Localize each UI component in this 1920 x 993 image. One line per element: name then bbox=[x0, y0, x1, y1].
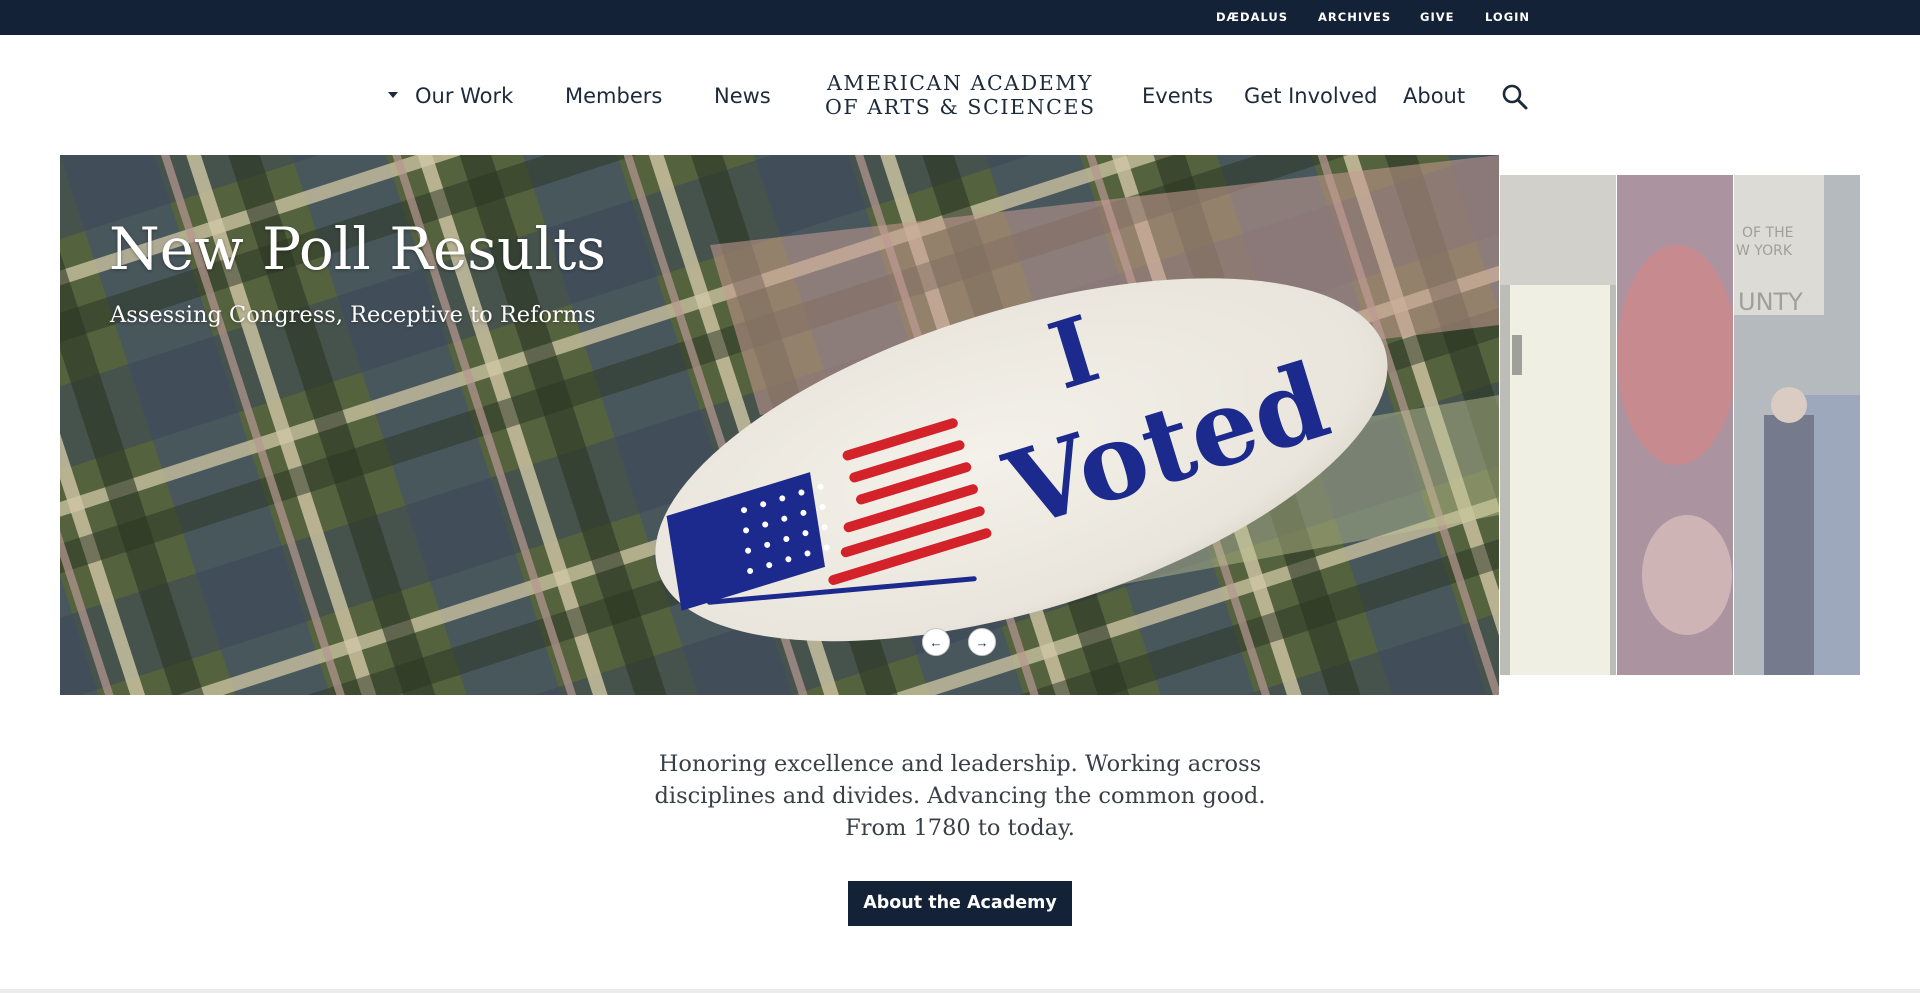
nav-get-involved[interactable]: Get Involved bbox=[1244, 80, 1377, 112]
nav-our-work[interactable]: Our Work bbox=[415, 80, 513, 112]
search-icon[interactable] bbox=[1500, 82, 1530, 112]
section-divider bbox=[0, 989, 1920, 993]
utility-link-give[interactable]: GIVE bbox=[1420, 0, 1454, 35]
preview-slide-3[interactable]: OF THE W YORK UNTY bbox=[1734, 175, 1860, 675]
logo-line-2: OF ARTS & SCIENCES bbox=[825, 95, 1096, 119]
arrow-left-icon: ← bbox=[929, 634, 943, 650]
about-academy-button[interactable]: About the Academy bbox=[848, 881, 1072, 926]
hero-slide[interactable]: I Voted New Poll Results Assessing Congr… bbox=[60, 155, 1499, 695]
next-slide-button[interactable]: → bbox=[968, 628, 996, 656]
mission-statement: Honoring excellence and leadership. Work… bbox=[620, 748, 1300, 844]
arrow-right-icon: → bbox=[975, 634, 989, 650]
utility-link-archives[interactable]: ARCHIVES bbox=[1318, 0, 1391, 35]
mission-line-3: From 1780 to today. bbox=[845, 815, 1075, 841]
logo-line-1: AMERICAN ACADEMY bbox=[826, 71, 1094, 95]
chevron-down-icon[interactable] bbox=[388, 92, 398, 98]
nav-news[interactable]: News bbox=[714, 80, 771, 112]
utility-bar: DÆDALUS ARCHIVES GIVE LOGIN bbox=[0, 0, 1920, 35]
previous-slide-button[interactable]: ← bbox=[922, 628, 950, 656]
preview-slide-2[interactable] bbox=[1617, 175, 1733, 675]
hero-title[interactable]: New Poll Results bbox=[109, 215, 606, 283]
site-logo[interactable]: AMERICAN ACADEMY OF ARTS & SCIENCES bbox=[825, 71, 1095, 119]
nav-members[interactable]: Members bbox=[565, 80, 662, 112]
utility-link-daedalus[interactable]: DÆDALUS bbox=[1216, 0, 1288, 35]
nav-events[interactable]: Events bbox=[1142, 80, 1213, 112]
utility-link-login[interactable]: LOGIN bbox=[1485, 0, 1530, 35]
mission-line-2: disciplines and divides. Advancing the c… bbox=[654, 783, 1266, 809]
hero-subtitle: Assessing Congress, Receptive to Reforms bbox=[110, 302, 596, 328]
mission-line-1: Honoring excellence and leadership. Work… bbox=[658, 751, 1262, 777]
nav-about[interactable]: About bbox=[1403, 80, 1465, 112]
preview-slide-1[interactable] bbox=[1500, 175, 1616, 675]
